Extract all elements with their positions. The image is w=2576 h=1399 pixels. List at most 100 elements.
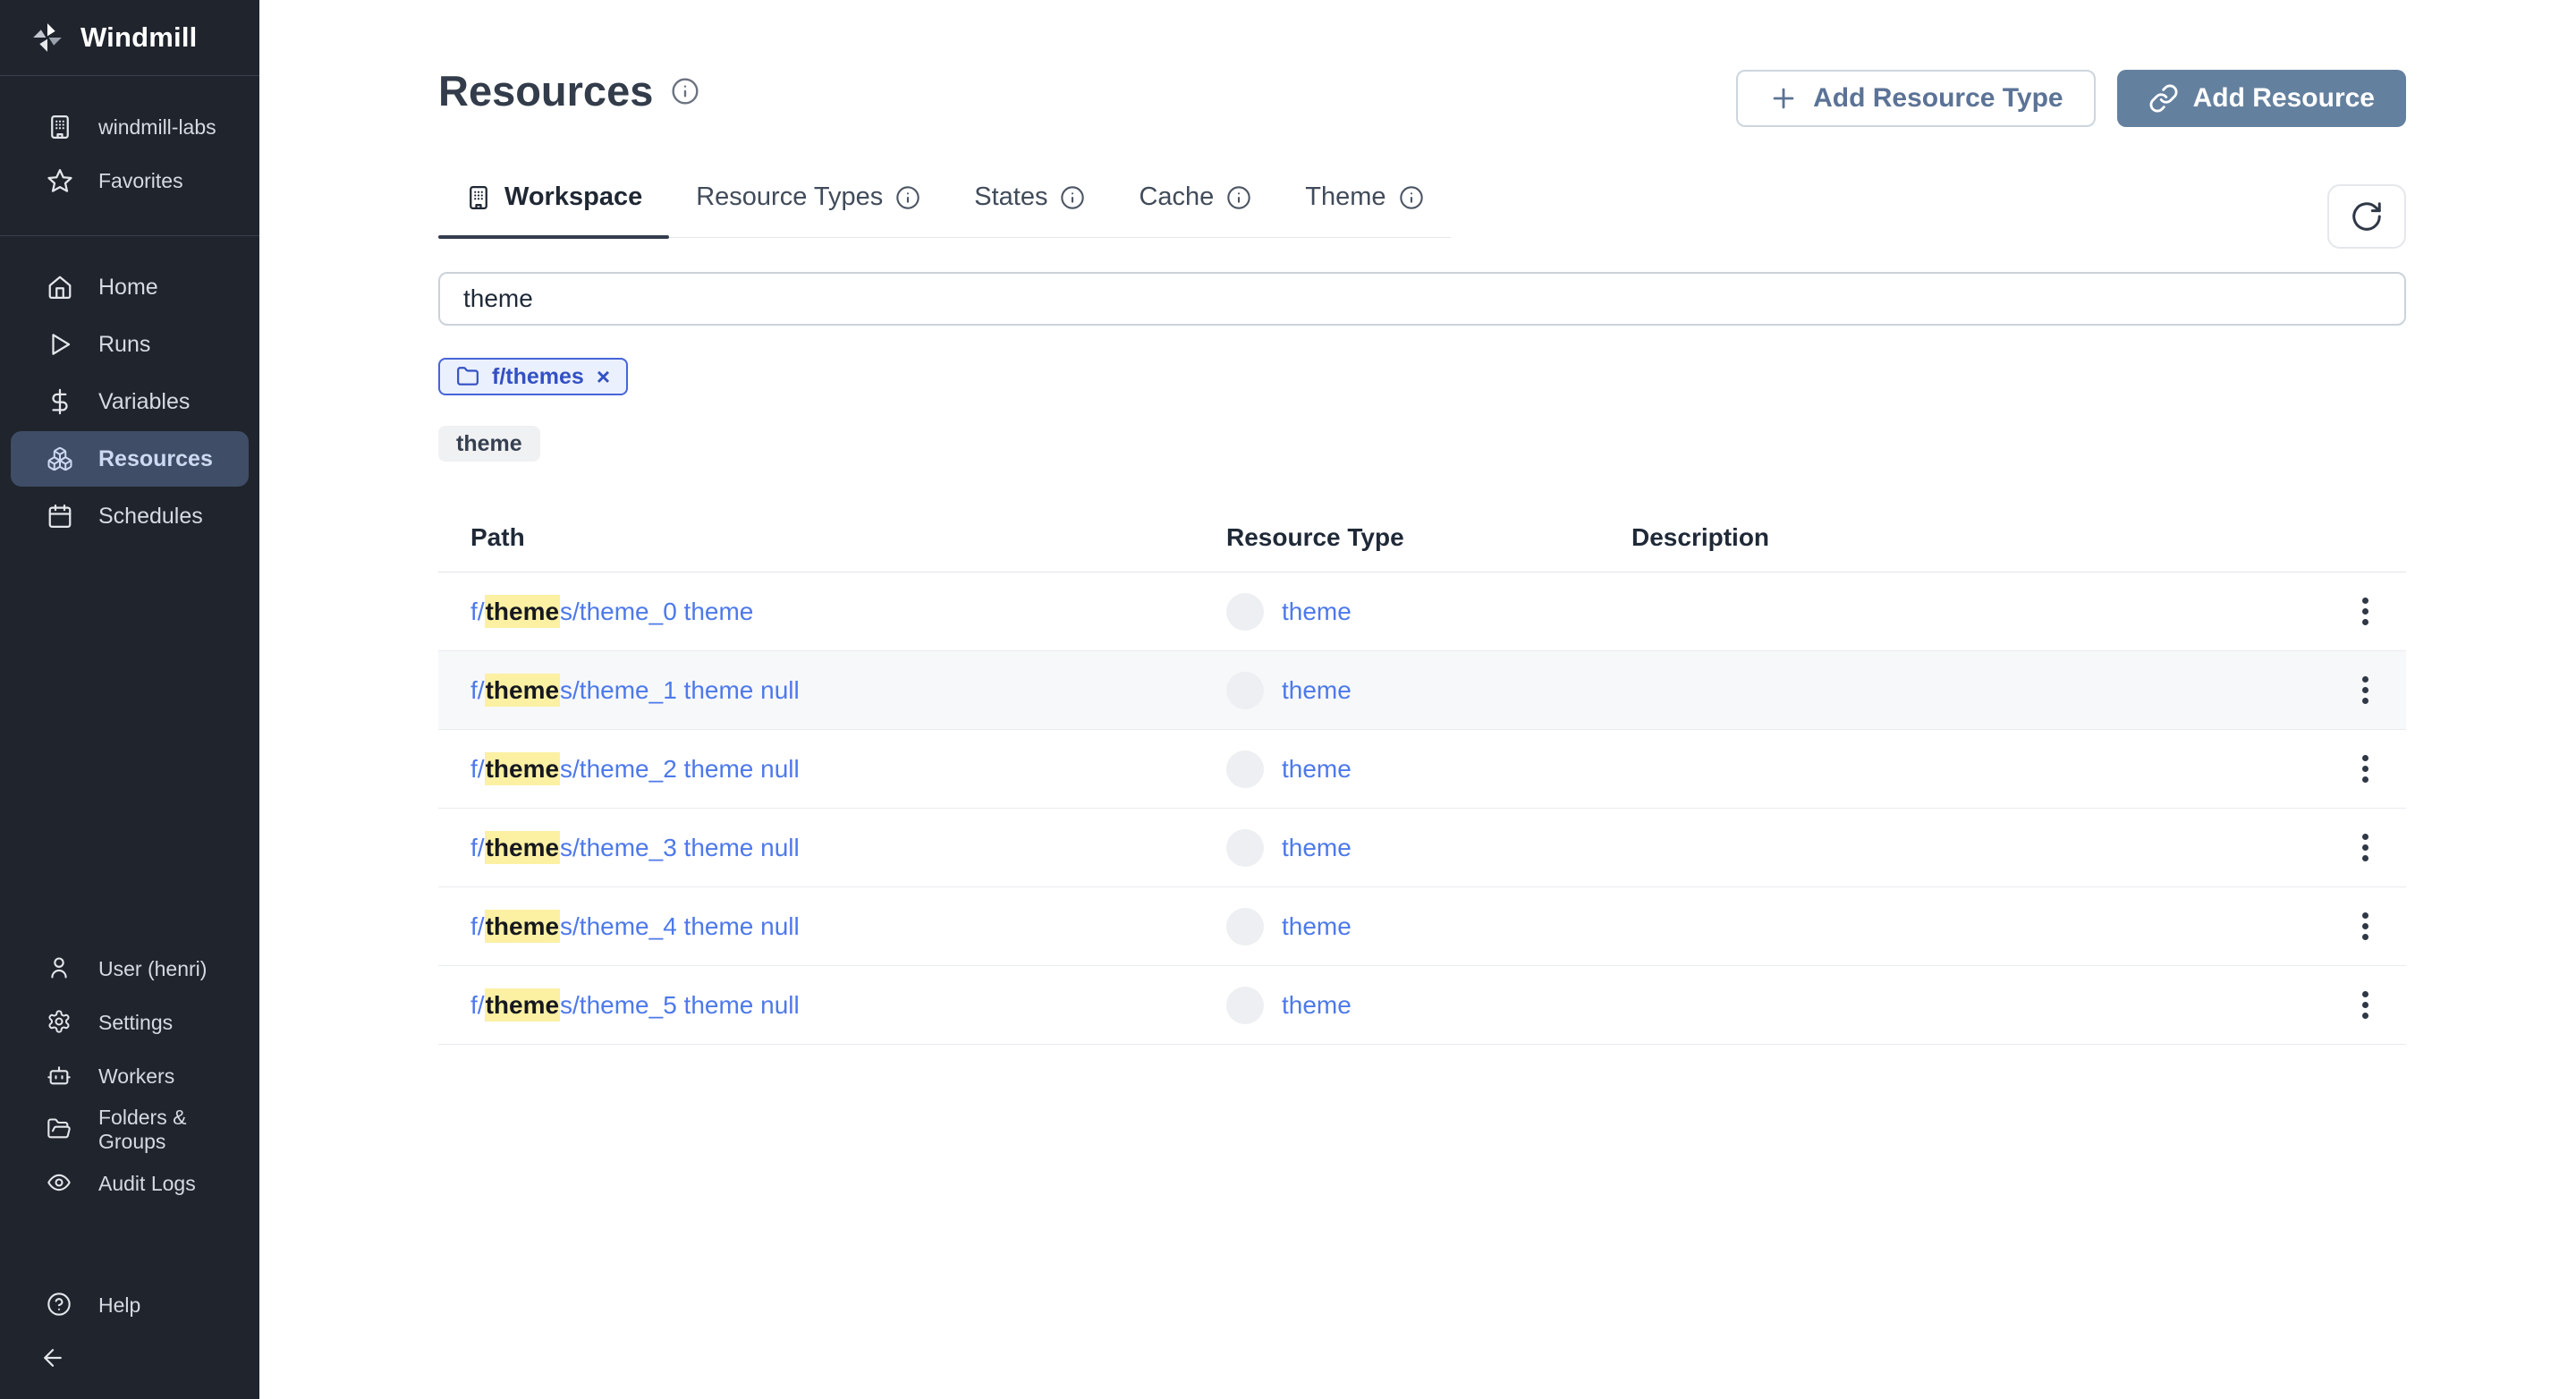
keyword-chip[interactable]: theme [438, 426, 540, 462]
link-icon [2148, 83, 2179, 114]
search-match-highlight: theme [484, 909, 561, 943]
column-header-description: Description [1631, 522, 1770, 551]
nav-label: Resources [98, 445, 213, 471]
search-input[interactable] [438, 272, 2406, 326]
add-resource-label: Add Resource [2192, 83, 2375, 113]
tab-states[interactable]: States [947, 182, 1112, 237]
resource-path-link[interactable]: f/themes/theme_5 theme null [470, 988, 800, 1022]
tab-label: Theme [1305, 182, 1386, 211]
sidebar-item-variables[interactable]: Variables [11, 374, 249, 429]
resource-type-link[interactable]: theme [1282, 598, 1352, 626]
page-header: Resources Add Resource Type Add Resource [438, 66, 2406, 127]
row-menu-button[interactable] [2351, 744, 2379, 793]
sidebar-item-schedules[interactable]: Schedules [11, 488, 249, 544]
resource-type-avatar [1226, 671, 1264, 709]
resources-table: Path Resource Type Description f/themes/… [438, 503, 2406, 1045]
refresh-button[interactable] [2327, 184, 2406, 249]
search-match-highlight: theme [484, 673, 561, 707]
info-icon[interactable] [895, 185, 920, 210]
row-menu-button[interactable] [2351, 823, 2379, 872]
resource-type-avatar [1226, 986, 1264, 1024]
app-title: Windmill [80, 21, 198, 53]
add-resource-type-label: Add Resource Type [1813, 83, 2063, 113]
tabs-row: Workspace Resource Types States Cache Th… [438, 182, 2406, 249]
sidebar-item-help[interactable]: Help [11, 1279, 249, 1331]
tab-workspace[interactable]: Workspace [438, 182, 670, 239]
user-icon [47, 955, 73, 982]
column-header-resource-type: Resource Type [1226, 522, 1404, 551]
sidebar-item-workers[interactable]: Workers [11, 1050, 249, 1102]
row-menu-button[interactable] [2351, 587, 2379, 636]
tab-label: Cache [1139, 182, 1215, 211]
dollar-icon [47, 388, 73, 415]
folder-icon [456, 365, 479, 388]
sidebar-item-user[interactable]: User (henri) [11, 943, 249, 995]
favorites-label: Favorites [98, 168, 183, 192]
tabs: Workspace Resource Types States Cache Th… [438, 182, 1451, 239]
table-header: Path Resource Type Description [438, 503, 2406, 572]
tab-label: States [974, 182, 1048, 211]
building-icon [47, 114, 73, 140]
add-resource-type-button[interactable]: Add Resource Type [1736, 70, 2096, 127]
help-circle-icon [47, 1292, 73, 1318]
sidebar: Windmill windmill-labs Favorites Home Ru… [0, 0, 259, 1399]
sidebar-item-resources[interactable]: Resources [11, 431, 249, 487]
sidebar-item-audit-logs[interactable]: Audit Logs [11, 1157, 249, 1209]
robot-icon [47, 1063, 73, 1090]
collapse-sidebar-button[interactable] [0, 1333, 259, 1383]
resource-type-link[interactable]: theme [1282, 912, 1352, 941]
search-match-highlight: theme [484, 988, 561, 1022]
table-row: f/themes/theme_3 theme null theme [438, 809, 2406, 887]
gear-icon [47, 1009, 73, 1036]
resource-type-link[interactable]: theme [1282, 755, 1352, 784]
workspace-name: windmill-labs [98, 114, 216, 139]
nav-label: Schedules [98, 503, 203, 529]
user-label: User (henri) [98, 956, 208, 980]
row-menu-button[interactable] [2351, 666, 2379, 715]
info-icon[interactable] [1060, 185, 1085, 210]
column-header-path: Path [470, 522, 525, 551]
nav-label: Variables [98, 388, 191, 414]
tab-theme[interactable]: Theme [1278, 182, 1450, 237]
sidebar-item-folders-groups[interactable]: Folders & Groups [11, 1104, 249, 1156]
resource-type-link[interactable]: theme [1282, 676, 1352, 705]
resource-path-link[interactable]: f/themes/theme_0 theme [470, 594, 753, 628]
tab-cache[interactable]: Cache [1112, 182, 1278, 237]
resource-type-avatar [1226, 907, 1264, 945]
info-icon[interactable] [1399, 185, 1424, 210]
tab-label: Resource Types [696, 182, 884, 211]
sidebar-item-workspace-picker[interactable]: windmill-labs [11, 101, 249, 153]
table-row: f/themes/theme_5 theme null theme [438, 966, 2406, 1045]
row-menu-button[interactable] [2351, 902, 2379, 951]
resource-path-link[interactable]: f/themes/theme_4 theme null [470, 909, 800, 943]
sidebar-item-settings[interactable]: Settings [11, 996, 249, 1048]
resource-type-avatar [1226, 750, 1264, 788]
main-content: Resources Add Resource Type Add Resource… [259, 0, 2576, 1399]
resource-path-link[interactable]: f/themes/theme_2 theme null [470, 751, 800, 785]
sidebar-item-runs[interactable]: Runs [11, 317, 249, 372]
help-label: Help [98, 1293, 141, 1317]
app-logo[interactable]: Windmill [0, 0, 259, 75]
resource-path-link[interactable]: f/themes/theme_3 theme null [470, 830, 800, 864]
resource-type-link[interactable]: theme [1282, 834, 1352, 862]
plus-icon [1768, 83, 1799, 114]
resource-path-link[interactable]: f/themes/theme_1 theme null [470, 673, 800, 707]
add-resource-button[interactable]: Add Resource [2116, 70, 2406, 127]
sidebar-item-home[interactable]: Home [11, 259, 249, 315]
calendar-icon [47, 503, 73, 530]
sidebar-item-favorites[interactable]: Favorites [11, 155, 249, 207]
home-icon [47, 274, 73, 301]
row-menu-button[interactable] [2351, 980, 2379, 1030]
folder-filter-chip[interactable]: f/themes × [438, 358, 628, 395]
search-match-highlight: theme [484, 830, 561, 864]
refresh-icon [2350, 199, 2384, 233]
info-icon[interactable] [671, 77, 699, 106]
info-icon[interactable] [1226, 185, 1251, 210]
resource-type-link[interactable]: theme [1282, 991, 1352, 1020]
folder-filter-label: f/themes [492, 363, 584, 389]
tab-resource-types[interactable]: Resource Types [669, 182, 947, 237]
building-icon [465, 184, 492, 211]
windmill-logo-icon [30, 21, 64, 55]
remove-filter-icon[interactable]: × [597, 363, 610, 391]
arrow-left-icon [39, 1344, 66, 1371]
